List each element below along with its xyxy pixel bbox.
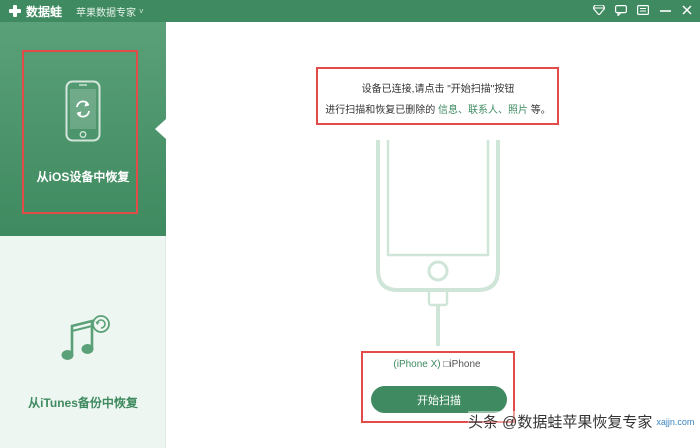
device-info: (iPhone X) □iPhone: [362, 359, 512, 370]
device-name: □iPhone: [443, 359, 481, 370]
comment-icon[interactable]: [614, 3, 628, 17]
instruction-text-prefix: 进行扫描和恢复已删除的: [325, 105, 436, 116]
instruction-text-highlight: 信息、联系人、照片: [438, 105, 528, 116]
menu-icon[interactable]: [636, 3, 650, 17]
title-bar: 数据蛙 苹果数据专家 ˅: [0, 0, 700, 22]
app-logo: 数据蛙: [8, 3, 62, 20]
active-pointer: [155, 119, 166, 139]
device-model: (iPhone X): [393, 359, 441, 370]
instruction-text-suffix: 等。: [530, 105, 551, 116]
chevron-down-icon: ˅: [139, 6, 144, 16]
sidebar-item-itunes-backup[interactable]: 从iTunes备份中恢复: [0, 236, 166, 448]
watermark-text: 头条 @数据蛙苹果恢复专家: [468, 414, 653, 431]
app-subtitle-dropdown[interactable]: 苹果数据专家 ˅: [76, 4, 144, 19]
app-title: 数据蛙: [26, 4, 63, 19]
minimize-icon[interactable]: [658, 3, 672, 17]
watermark-site: xajjn.com: [656, 416, 695, 427]
app-subtitle-label: 苹果数据专家: [76, 7, 137, 19]
connected-iphone-illustration: [368, 140, 508, 348]
sidebar-item-label: 从iTunes备份中恢复: [28, 396, 138, 410]
watermark: 头条 @数据蛙苹果恢复专家 xajjn.com: [468, 411, 695, 432]
plus-logo-icon: [8, 4, 22, 18]
window-controls: [592, 3, 694, 17]
instruction-text-line-1: 设备已连接,请点击 "开始扫描"按钮: [361, 84, 515, 95]
start-scan-button[interactable]: 开始扫描: [371, 386, 507, 413]
instruction-text-line-2: 进行扫描和恢复已删除的 信息、联系人、照片 等。: [320, 101, 556, 116]
close-icon[interactable]: [680, 3, 694, 17]
annotation-box-message: [316, 67, 559, 125]
diamond-icon[interactable]: [592, 3, 606, 17]
annotation-box-sidebar: [22, 50, 138, 214]
music-restore-icon: [58, 314, 112, 364]
